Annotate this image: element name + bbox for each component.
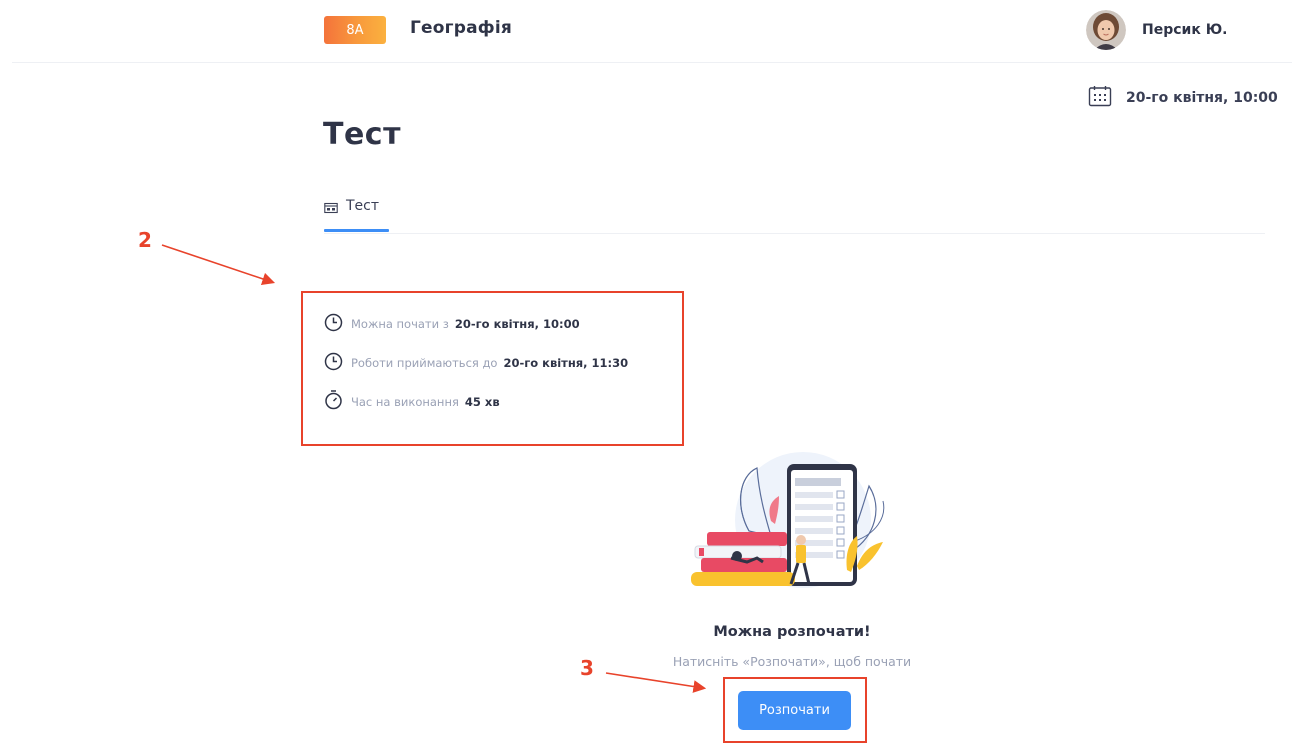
user-menu[interactable]: Персик Ю. xyxy=(1086,10,1227,50)
subject-title[interactable]: Географія xyxy=(410,18,512,38)
active-tab-indicator xyxy=(324,229,389,232)
ready-title: Можна розпочати! xyxy=(713,624,871,640)
start-button[interactable]: Розпочати xyxy=(738,691,851,730)
header-divider xyxy=(12,62,1292,63)
page-title: Тест xyxy=(323,117,401,152)
top-bar: 8A Географія Персик Ю. xyxy=(0,0,1304,64)
calendar-icon xyxy=(1088,85,1112,111)
deadline-date: 20-го квітня, 10:00 xyxy=(1088,85,1278,111)
test-illustration xyxy=(687,446,903,596)
ready-hint: Натисніть «Розпочати», щоб почати xyxy=(672,654,912,669)
tab-test[interactable]: Тест xyxy=(324,190,379,234)
class-badge[interactable]: 8A xyxy=(324,16,386,44)
tab-bar: Тест xyxy=(324,190,1265,234)
user-name[interactable]: Персик Ю. xyxy=(1142,22,1227,38)
avatar[interactable] xyxy=(1086,10,1126,50)
annotation-box-2 xyxy=(301,291,684,446)
tab-label: Тест xyxy=(346,198,380,214)
test-icon xyxy=(324,198,338,219)
annotation-number-2: 2 xyxy=(138,228,152,252)
date-text: 20-го квітня, 10:00 xyxy=(1126,90,1278,106)
